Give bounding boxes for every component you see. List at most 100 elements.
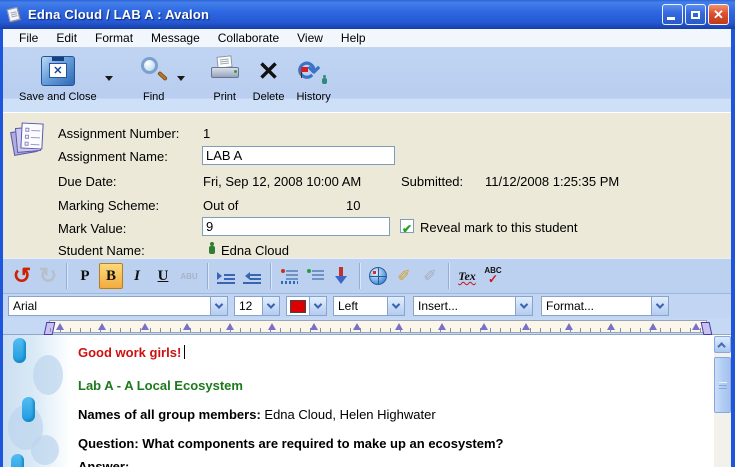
format-painter-button[interactable]: ✐ (392, 263, 416, 289)
menu-view[interactable]: View (289, 30, 331, 46)
window-title: Edna Cloud / LAB A : Avalon (28, 7, 209, 22)
underline-label: U (158, 268, 169, 285)
maximize-icon (691, 11, 700, 19)
members-label: Names of all group members: (78, 407, 261, 422)
insert-below-button[interactable] (329, 263, 353, 289)
question-line: Question: What components are required t… (78, 436, 503, 451)
paragraph-border-button[interactable] (277, 263, 301, 289)
document-heading: Lab A - A Local Ecosystem (78, 378, 243, 393)
scroll-up-button[interactable] (714, 336, 731, 353)
menu-message[interactable]: Message (143, 30, 208, 46)
history-button[interactable]: ⟳ History (290, 54, 336, 108)
application-window: Edna Cloud / LAB A : Avalon ✕ File Edit … (0, 0, 735, 467)
title-bar[interactable]: Edna Cloud / LAB A : Avalon ✕ (0, 0, 735, 29)
increase-indent-button[interactable] (214, 263, 238, 289)
mark-value-input[interactable] (202, 217, 390, 236)
eyedropper-icon: ✐ (397, 266, 410, 286)
redo-button[interactable]: ↻ (36, 263, 60, 289)
binding-capsule-icon (13, 338, 26, 363)
main-toolbar: ✕ Save and Close Find Print ✕ Delete ⟳ H… (3, 48, 731, 112)
link-button[interactable] (366, 263, 390, 289)
fixed-width-icon: ABU (180, 272, 197, 281)
paragraph-border-icon (281, 269, 298, 283)
student-name-value[interactable]: Edna Cloud (221, 243, 289, 258)
due-date-label: Due Date: (58, 174, 117, 189)
find-icon (139, 56, 169, 86)
plain-style-button[interactable]: P (73, 263, 97, 289)
mark-value-label: Mark Value: (58, 221, 126, 236)
menu-help[interactable]: Help (333, 30, 374, 46)
menu-format[interactable]: Format (87, 30, 141, 46)
assignment-name-label: Assignment Name: (58, 149, 168, 164)
spell-check-button[interactable]: ABC ✓ (481, 263, 505, 289)
format-dropdown[interactable]: Format... (541, 296, 669, 316)
marking-scheme-type: Out of (203, 198, 238, 213)
font-family-dropdown-button[interactable] (210, 297, 227, 315)
fixed-width-style-button[interactable]: ABU (177, 263, 201, 289)
spell-checkmark: ✓ (488, 273, 498, 285)
separator (270, 263, 271, 289)
save-and-close-dropdown-arrow-icon[interactable] (105, 76, 113, 81)
due-date-value: Fri, Sep 12, 2008 10:00 AM (203, 174, 361, 189)
student-name-label: Student Name: (58, 243, 145, 258)
signature-icon: Tex (458, 270, 476, 282)
globe-icon (369, 267, 387, 285)
signature-button[interactable]: Tex (455, 263, 479, 289)
find-button[interactable]: Find (133, 54, 175, 108)
menu-file[interactable]: File (11, 30, 46, 46)
find-dropdown-arrow-icon[interactable] (177, 76, 185, 81)
delete-button[interactable]: ✕ Delete (247, 54, 291, 108)
reveal-mark-checkbox[interactable]: ✔ (400, 219, 414, 233)
paragraph-spacing-button[interactable] (303, 263, 327, 289)
down-arrow-icon (335, 267, 347, 285)
window-border-right (731, 0, 735, 467)
font-color-dropdown-button[interactable] (309, 297, 326, 315)
teacher-comment-line: Good work girls! (78, 345, 185, 360)
menu-collaborate[interactable]: Collaborate (210, 30, 287, 46)
undo-button[interactable]: ↺ (10, 263, 34, 289)
answer-label: Answer: (78, 459, 129, 467)
print-label: Print (213, 91, 236, 103)
undo-icon: ↺ (13, 263, 31, 289)
reveal-mark-label: Reveal mark to this student (420, 220, 578, 235)
maximize-button[interactable] (685, 4, 706, 25)
format-value: Format... (542, 299, 651, 313)
separator (448, 263, 449, 289)
chevron-down-icon (520, 300, 528, 308)
bold-button[interactable]: B (99, 263, 123, 289)
close-button[interactable]: ✕ (708, 4, 729, 25)
menu-edit[interactable]: Edit (48, 30, 85, 46)
color-swatch (290, 300, 306, 313)
font-color-dropdown[interactable] (286, 296, 327, 316)
insert-dropdown-button[interactable] (515, 297, 532, 315)
format-dropdown-button[interactable] (651, 297, 668, 315)
insert-dropdown[interactable]: Insert... (413, 296, 533, 316)
find-label: Find (143, 91, 164, 103)
alignment-dropdown-button[interactable] (387, 297, 404, 315)
font-size-dropdown-button[interactable] (262, 297, 279, 315)
print-button[interactable]: Print (203, 54, 247, 108)
document-editor[interactable]: Good work girls! Lab A - A Local Ecosyst… (3, 335, 731, 467)
italic-button[interactable]: I (125, 263, 149, 289)
scrollbar-thumb[interactable] (714, 357, 731, 413)
font-family-dropdown[interactable]: Arial (8, 296, 228, 316)
assignment-name-input[interactable] (202, 146, 395, 165)
minimize-button[interactable] (662, 4, 683, 25)
eyedropper-disabled-icon: ✐ (423, 266, 436, 286)
font-size-dropdown[interactable]: 12 (234, 296, 280, 316)
alignment-dropdown[interactable]: Left (333, 296, 405, 316)
stationery-margin (3, 335, 71, 467)
vertical-scrollbar[interactable] (714, 336, 731, 467)
alignment-value: Left (334, 299, 387, 313)
increase-indent-icon (217, 269, 235, 283)
decrease-indent-button[interactable] (240, 263, 264, 289)
ruler-tabstops[interactable] (56, 323, 700, 331)
delete-icon: ✕ (258, 57, 280, 85)
redo-icon: ↻ (39, 263, 57, 289)
format-painter-disabled-button[interactable]: ✐ (418, 263, 442, 289)
save-and-close-button[interactable]: ✕ Save and Close (13, 54, 103, 108)
assignment-form: Assignment Number: 1 Assignment Name: Du… (3, 112, 731, 258)
spell-check-icon: ABC ✓ (484, 267, 501, 285)
underline-button[interactable]: U (151, 263, 175, 289)
insert-value: Insert... (414, 299, 515, 313)
